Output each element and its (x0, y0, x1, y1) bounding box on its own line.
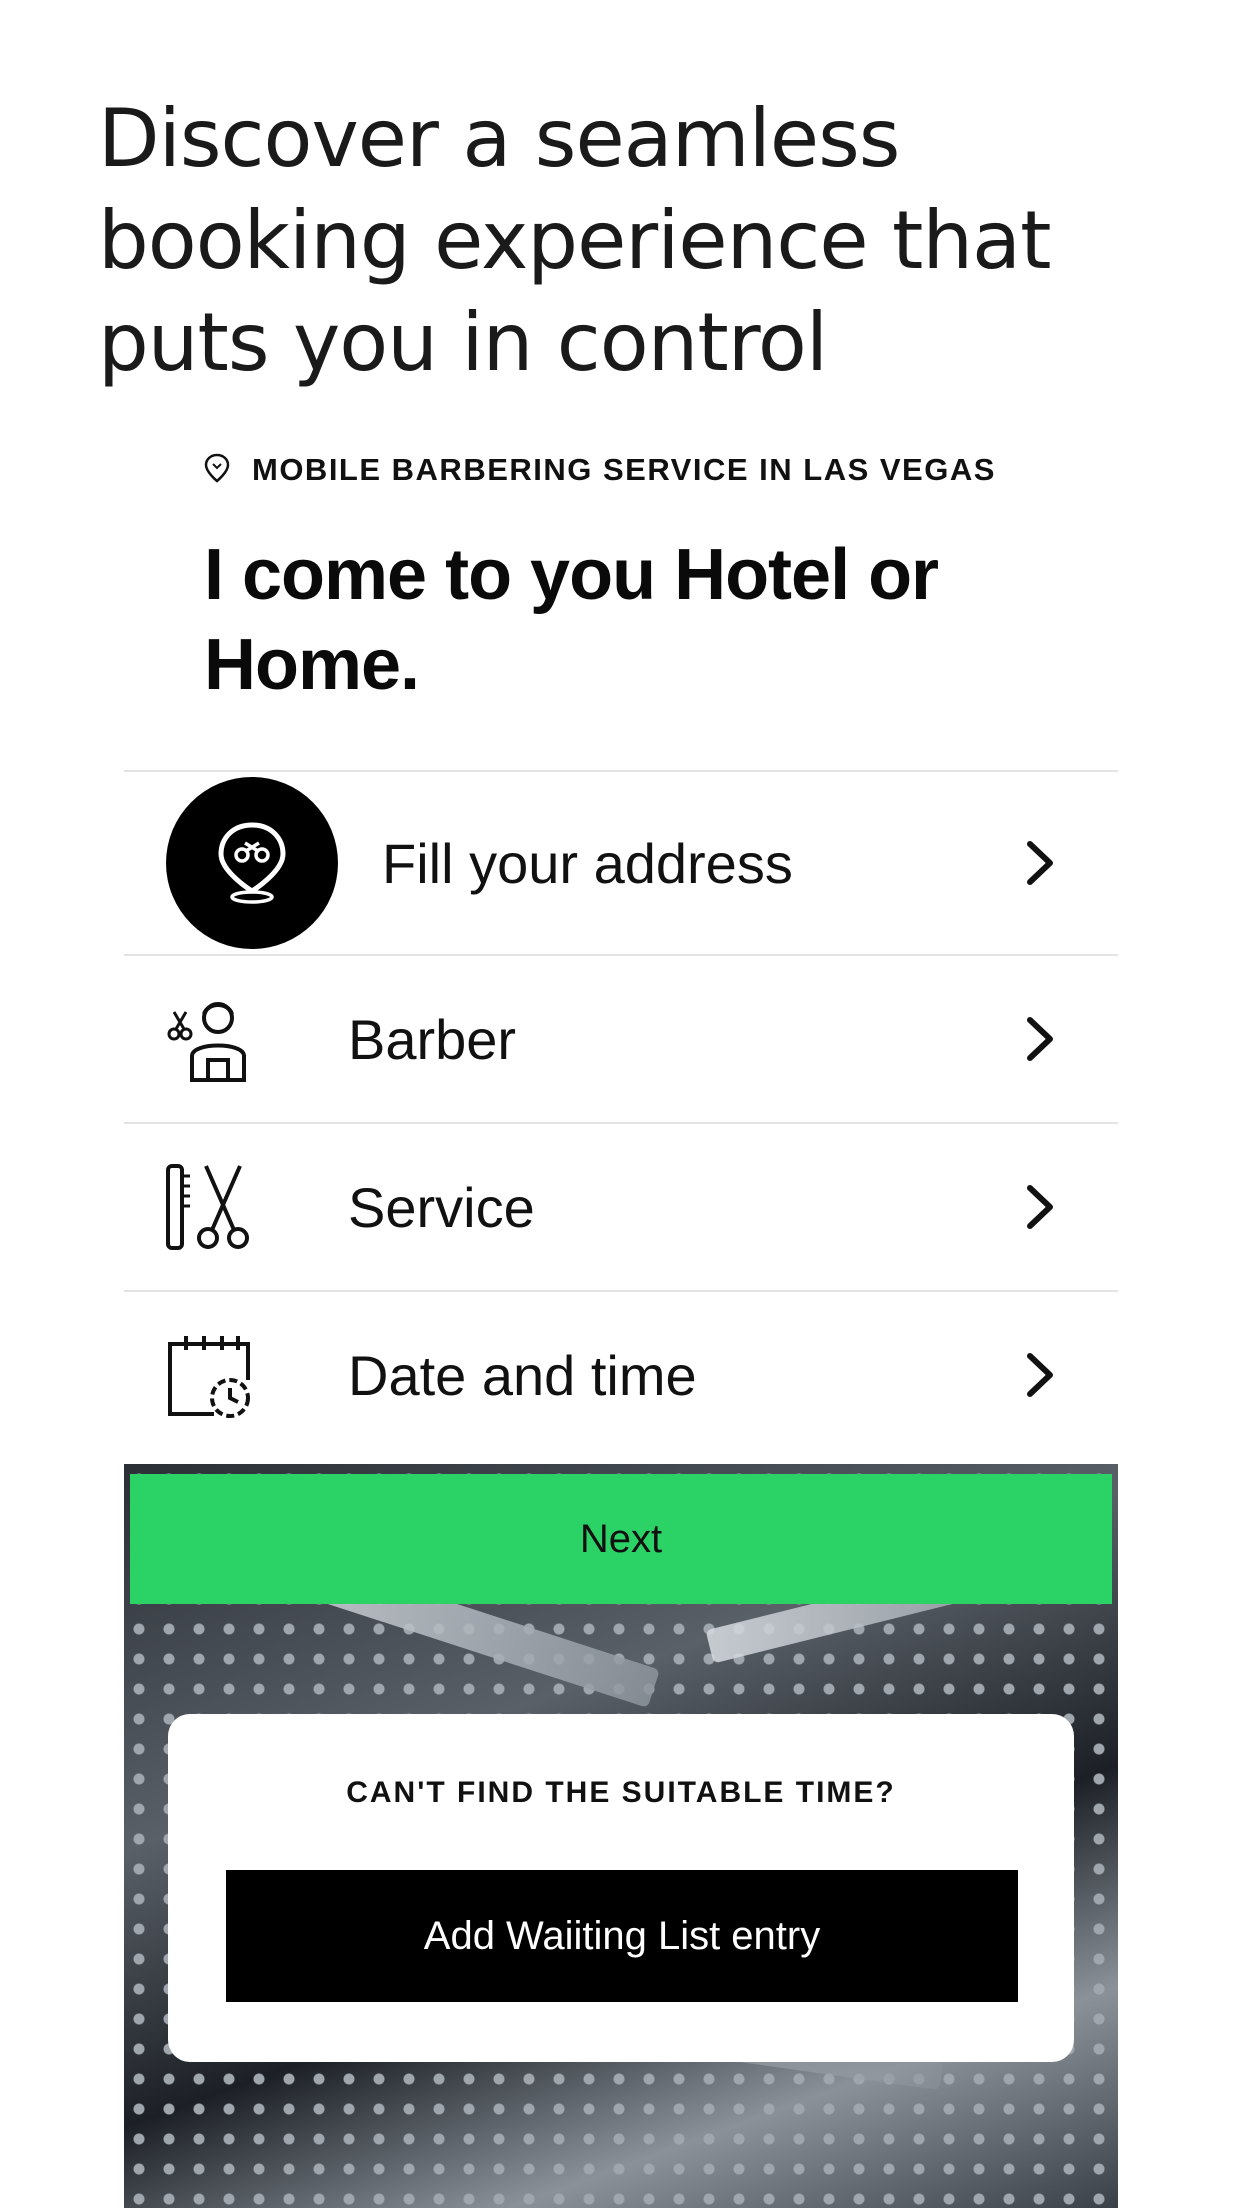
map-pin-scissors-icon (166, 777, 338, 949)
location-row: MOBILE BARBERING SERVICE IN LAS VEGAS (204, 450, 996, 490)
chevron-right-icon (1027, 1353, 1053, 1397)
add-waitlist-entry-button[interactable]: Add Waiiting List entry (226, 1870, 1018, 2002)
menu-item-service[interactable]: Service (124, 1122, 1118, 1290)
comb-scissors-icon (164, 1162, 254, 1252)
menu-item-label: Date and time (348, 1343, 697, 1407)
barber-person-icon (164, 994, 254, 1084)
menu-item-label: Barber (348, 1007, 517, 1071)
booking-menu: Fill your address Barber Service Date an… (124, 770, 1118, 1458)
waitlist-title: CAN'T FIND THE SUITABLE TIME? (346, 1776, 896, 1809)
menu-item-label: Fill your address (382, 831, 793, 895)
calendar-clock-icon (164, 1330, 254, 1420)
menu-item-address[interactable]: Fill your address (124, 770, 1118, 954)
location-pin-icon (204, 453, 230, 487)
chevron-right-icon (1027, 1185, 1053, 1229)
location-label: MOBILE BARBERING SERVICE IN LAS VEGAS (252, 452, 996, 487)
chevron-right-icon (1027, 1017, 1053, 1061)
menu-item-label: Service (348, 1175, 535, 1239)
waitlist-card: CAN'T FIND THE SUITABLE TIME? Add Waiiti… (168, 1714, 1074, 2062)
app-screenshot: MOBILE BARBERING SERVICE IN LAS VEGAS I … (124, 440, 1118, 2208)
hero-title: I come to you Hotel or Home. (204, 535, 939, 705)
marketing-headline: Discover a seamless booking experience t… (98, 92, 1051, 389)
chevron-right-icon (1027, 841, 1053, 885)
menu-item-date-time[interactable]: Date and time (124, 1290, 1118, 1458)
next-button[interactable]: Next (130, 1474, 1112, 1604)
menu-item-barber[interactable]: Barber (124, 954, 1118, 1122)
